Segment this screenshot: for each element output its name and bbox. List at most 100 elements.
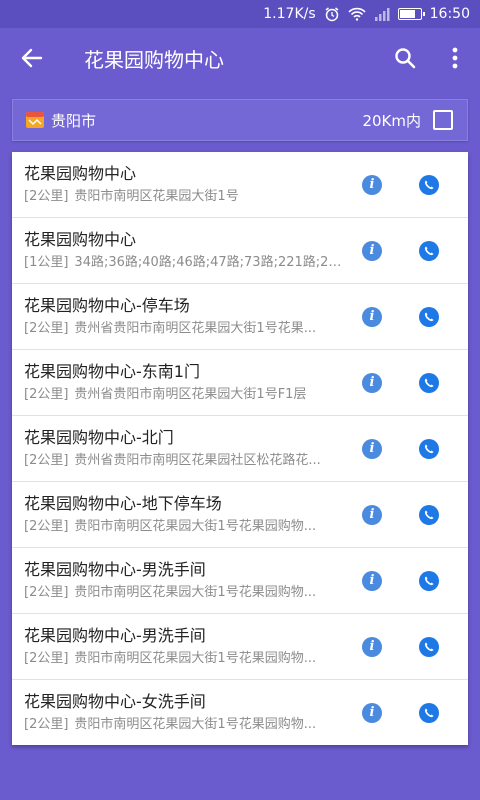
navigate-button[interactable]: [419, 703, 439, 723]
place-detail: 贵州省贵阳市南明区花果园大街1号花果...: [74, 321, 317, 336]
place-detail-line: [2公里] 贵州省贵阳市南明区花果园大街1号F1层: [24, 386, 346, 404]
search-button[interactable]: [380, 28, 430, 88]
place-distance: [2公里]: [24, 585, 69, 600]
results-list: 花果园购物中心 [2公里] 贵阳市南明区花果园大街1号 i 花果园购物中心 [1公…: [12, 152, 468, 745]
info-button[interactable]: i: [362, 175, 382, 195]
place-detail: 贵阳市南明区花果园大街1号花果园购物...: [74, 585, 317, 600]
item-text: 花果园购物中心-东南1门 [2公里] 贵州省贵阳市南明区花果园大街1号F1层: [24, 361, 346, 404]
item-text: 花果园购物中心-停车场 [2公里] 贵州省贵阳市南明区花果园大街1号花果...: [24, 295, 346, 338]
list-item[interactable]: 花果园购物中心 [1公里] 34路;36路;40路;46路;47路;73路;221…: [12, 218, 468, 284]
phone-icon: [424, 444, 434, 454]
info-icon: i: [369, 507, 375, 522]
clock: 16:50: [429, 6, 470, 22]
item-text: 花果园购物中心-男洗手间 [2公里] 贵阳市南明区花果园大街1号花果园购物...: [24, 559, 346, 602]
place-name: 花果园购物中心-北门: [24, 428, 174, 447]
more-vert-icon: [452, 47, 458, 69]
item-text: 花果园购物中心-北门 [2公里] 贵州省贵阳市南明区花果园社区松花路花...: [24, 427, 346, 470]
phone-icon: [424, 642, 434, 652]
place-name: 花果园购物中心-东南1门: [24, 362, 200, 381]
phone-icon: [424, 378, 434, 388]
place-distance: [2公里]: [24, 651, 69, 666]
info-button[interactable]: i: [362, 571, 382, 591]
info-icon: i: [369, 177, 375, 192]
info-button[interactable]: i: [362, 439, 382, 459]
phone-icon: [424, 510, 434, 520]
place-detail-line: [2公里] 贵阳市南明区花果园大街1号: [24, 188, 346, 206]
map-icon: [26, 112, 44, 128]
place-detail-line: [2公里] 贵州省贵阳市南明区花果园大街1号花果...: [24, 320, 346, 338]
info-icon: i: [369, 441, 375, 456]
back-button[interactable]: [0, 28, 64, 88]
range-label: 20Km内: [362, 111, 421, 130]
signal-icon: [374, 7, 390, 21]
network-speed: 1.17K/s: [263, 6, 316, 22]
search-icon: [395, 48, 416, 69]
place-detail: 贵州省贵阳市南明区花果园社区松花路花...: [74, 453, 321, 468]
place-name: 花果园购物中心-女洗手间: [24, 692, 206, 711]
more-options-button[interactable]: [430, 28, 480, 88]
navigate-button[interactable]: [419, 637, 439, 657]
place-detail: 贵阳市南明区花果园大街1号花果园购物...: [74, 651, 317, 666]
info-button[interactable]: i: [362, 703, 382, 723]
navigate-button[interactable]: [419, 241, 439, 261]
list-item[interactable]: 花果园购物中心-停车场 [2公里] 贵州省贵阳市南明区花果园大街1号花果... i: [12, 284, 468, 350]
filter-bar: 贵阳市 20Km内: [12, 99, 468, 141]
place-detail: 贵阳市南明区花果园大街1号花果园购物...: [74, 519, 317, 534]
place-detail: 34路;36路;40路;46路;47路;73路;221路;24...: [74, 255, 346, 270]
place-detail-line: [2公里] 贵阳市南明区花果园大街1号花果园购物...: [24, 518, 346, 536]
range-checkbox[interactable]: [433, 110, 453, 130]
place-detail-line: [2公里] 贵阳市南明区花果园大街1号花果园购物...: [24, 584, 346, 602]
phone-icon: [424, 312, 434, 322]
info-button[interactable]: i: [362, 241, 382, 261]
list-item[interactable]: 花果园购物中心-女洗手间 [2公里] 贵阳市南明区花果园大街1号花果园购物... …: [12, 680, 468, 746]
place-distance: [2公里]: [24, 321, 69, 336]
list-item[interactable]: 花果园购物中心-男洗手间 [2公里] 贵阳市南明区花果园大街1号花果园购物... …: [12, 614, 468, 680]
city-selector[interactable]: 贵阳市: [51, 110, 362, 131]
info-button[interactable]: i: [362, 373, 382, 393]
status-bar: 1.17K/s 16:50: [0, 0, 480, 28]
info-icon: i: [369, 375, 375, 390]
navigate-button[interactable]: [419, 373, 439, 393]
list-item[interactable]: 花果园购物中心-地下停车场 [2公里] 贵阳市南明区花果园大街1号花果园购物...…: [12, 482, 468, 548]
phone-icon: [424, 180, 434, 190]
battery-icon: [397, 8, 425, 20]
page-title: 花果园购物中心: [84, 47, 224, 72]
place-name: 花果园购物中心-男洗手间: [24, 560, 206, 579]
info-button[interactable]: i: [362, 505, 382, 525]
list-item[interactable]: 花果园购物中心-东南1门 [2公里] 贵州省贵阳市南明区花果园大街1号F1层 i: [12, 350, 468, 416]
place-detail-line: [1公里] 34路;36路;40路;46路;47路;73路;221路;24...: [24, 254, 346, 272]
phone-icon: [424, 576, 434, 586]
place-distance: [2公里]: [24, 453, 69, 468]
navigate-button[interactable]: [419, 571, 439, 591]
item-text: 花果园购物中心 [1公里] 34路;36路;40路;46路;47路;73路;221…: [24, 229, 346, 272]
place-distance: [2公里]: [24, 189, 69, 204]
info-icon: i: [369, 243, 375, 258]
navigate-button[interactable]: [419, 175, 439, 195]
place-distance: [2公里]: [24, 519, 69, 534]
place-name: 花果园购物中心-男洗手间: [24, 626, 206, 645]
place-distance: [1公里]: [24, 255, 69, 270]
navigate-button[interactable]: [419, 439, 439, 459]
place-detail-line: [2公里] 贵阳市南明区花果园大街1号花果园购物...: [24, 650, 346, 668]
place-distance: [2公里]: [24, 717, 69, 732]
list-item[interactable]: 花果园购物中心 [2公里] 贵阳市南明区花果园大街1号 i: [12, 152, 468, 218]
navigate-button[interactable]: [419, 505, 439, 525]
place-name: 花果园购物中心-停车场: [24, 296, 190, 315]
navigate-button[interactable]: [419, 307, 439, 327]
phone-icon: [424, 708, 434, 718]
place-distance: [2公里]: [24, 387, 69, 402]
info-icon: i: [369, 639, 375, 654]
place-detail: 贵州省贵阳市南明区花果园大街1号F1层: [74, 387, 307, 402]
item-text: 花果园购物中心-女洗手间 [2公里] 贵阳市南明区花果园大街1号花果园购物...: [24, 691, 346, 734]
item-text: 花果园购物中心-男洗手间 [2公里] 贵阳市南明区花果园大街1号花果园购物...: [24, 625, 346, 668]
place-detail: 贵阳市南明区花果园大街1号花果园购物...: [74, 717, 317, 732]
back-arrow-icon: [21, 48, 43, 68]
list-item[interactable]: 花果园购物中心-北门 [2公里] 贵州省贵阳市南明区花果园社区松花路花... i: [12, 416, 468, 482]
alarm-icon: [324, 6, 340, 22]
wifi-icon: [348, 7, 366, 21]
place-name: 花果园购物中心: [24, 164, 137, 183]
info-button[interactable]: i: [362, 637, 382, 657]
place-detail-line: [2公里] 贵阳市南明区花果园大街1号花果园购物...: [24, 716, 346, 734]
info-button[interactable]: i: [362, 307, 382, 327]
list-item[interactable]: 花果园购物中心-男洗手间 [2公里] 贵阳市南明区花果园大街1号花果园购物... …: [12, 548, 468, 614]
